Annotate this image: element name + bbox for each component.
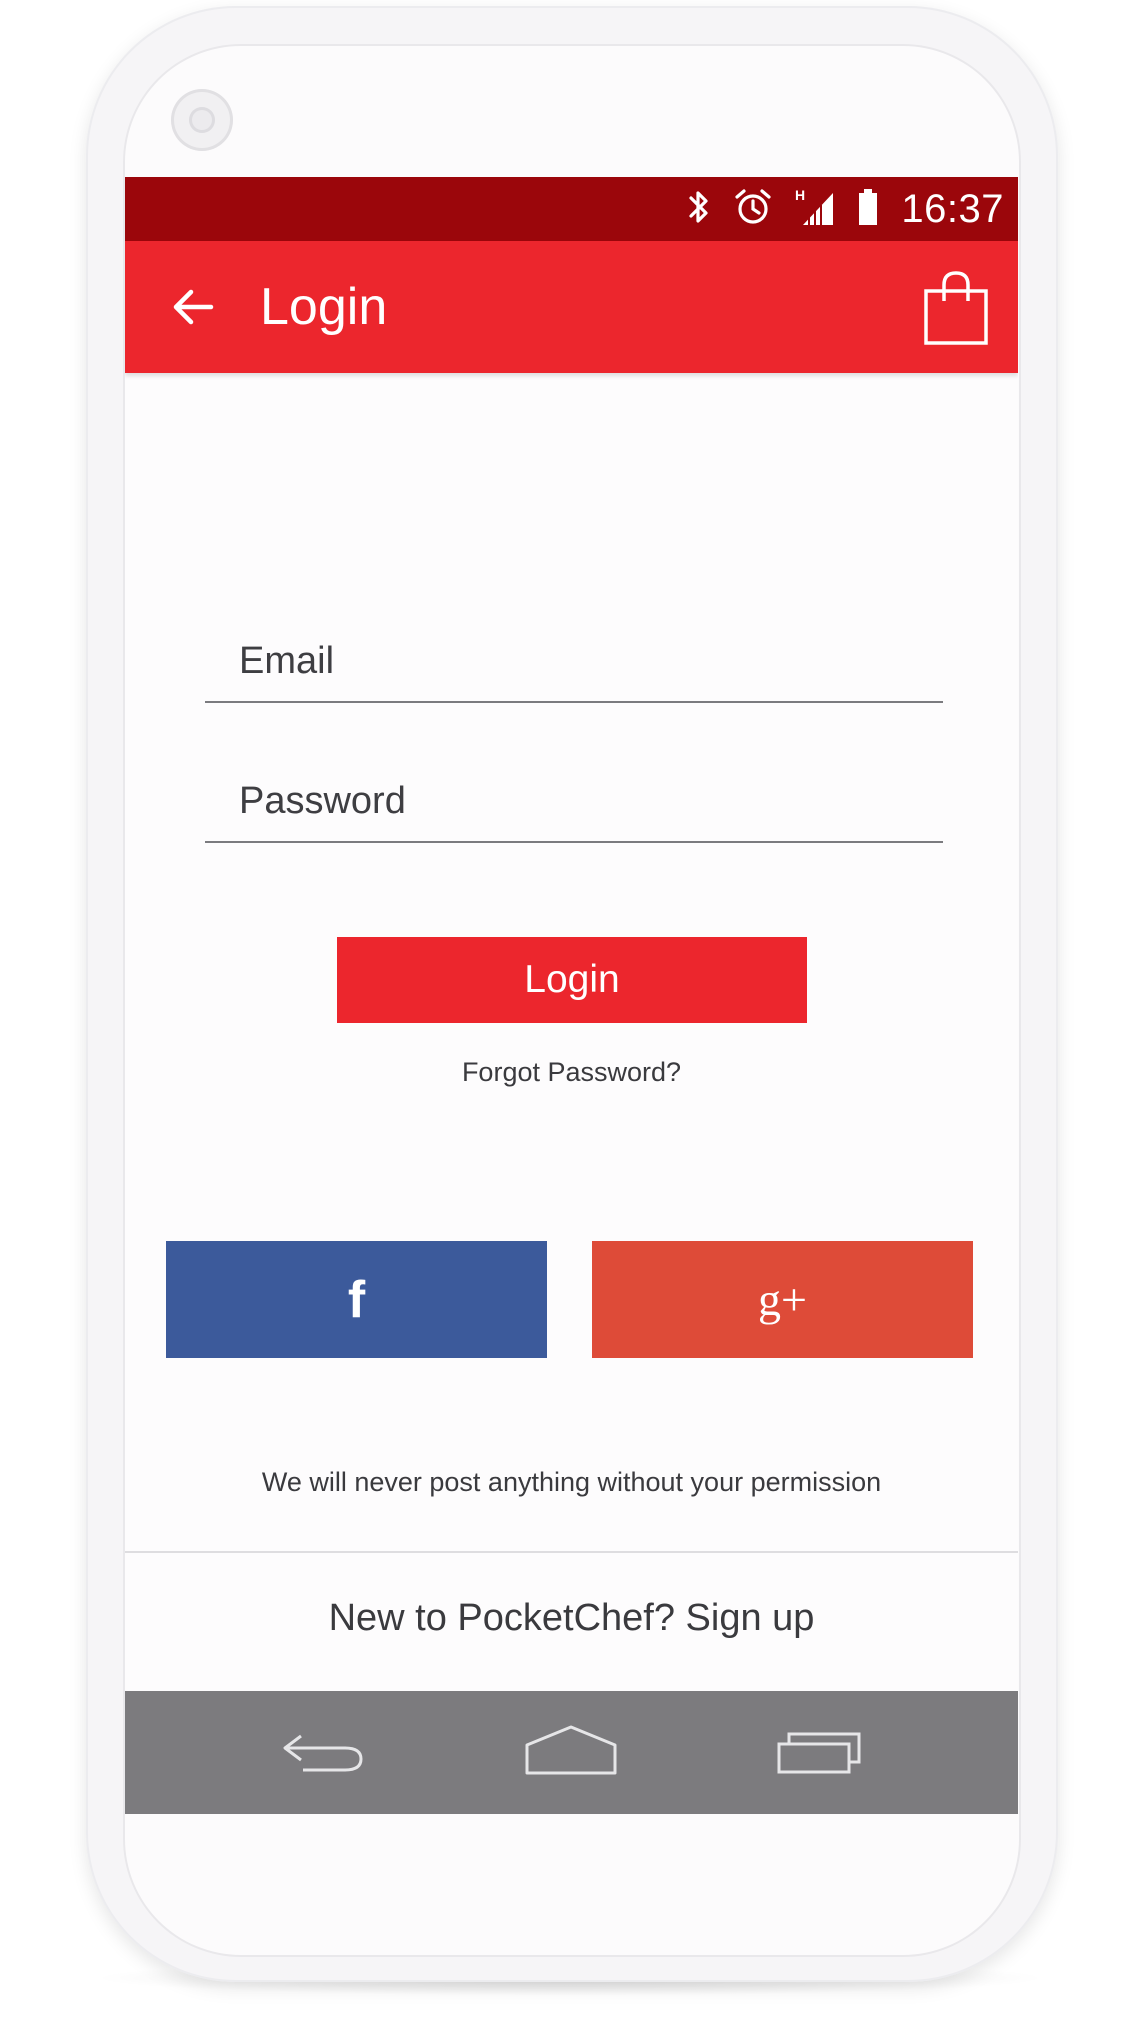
footer-divider [125, 1551, 1018, 1553]
google-plus-icon: g+ [758, 1273, 807, 1325]
email-field [205, 627, 943, 703]
alarm-icon [733, 187, 773, 231]
shopping-bag-icon [920, 271, 992, 353]
email-input[interactable] [239, 633, 929, 689]
back-nav-icon [279, 1726, 367, 1780]
status-time: 16:37 [901, 186, 1004, 231]
facebook-icon: f [347, 1270, 366, 1329]
facebook-login-button[interactable]: f [166, 1241, 547, 1358]
permission-note: We will never post anything without your… [261, 1467, 882, 1497]
signal-icon: H [795, 187, 835, 231]
nav-back-button[interactable] [273, 1721, 373, 1785]
front-camera [171, 89, 233, 151]
cart-button[interactable] [920, 269, 992, 349]
forgot-password-link[interactable]: Forgot Password? [125, 1057, 1018, 1088]
app-screen: H 16:37 Login Email Login Forgot Passwor… [125, 177, 1018, 1814]
system-nav-bar [125, 1691, 1018, 1814]
battery-icon [857, 187, 879, 231]
password-input[interactable] [239, 773, 929, 829]
network-type-label: H [795, 187, 805, 203]
login-button[interactable]: Login [337, 937, 807, 1023]
nav-recents-button[interactable] [769, 1721, 869, 1785]
status-icons: H 16:37 [687, 185, 1004, 233]
status-bar: H 16:37 [125, 177, 1018, 241]
google-plus-login-button[interactable]: g+ [592, 1241, 973, 1358]
page-title: Login [260, 278, 388, 336]
nav-home-button[interactable] [521, 1721, 621, 1785]
back-button[interactable] [165, 281, 221, 337]
signup-link[interactable]: New to PocketChef? Sign up [125, 1597, 1018, 1640]
recents-nav-icon [775, 1726, 863, 1780]
app-bar: Login [125, 241, 1018, 373]
arrow-left-icon [171, 287, 215, 331]
home-nav-icon [523, 1723, 619, 1783]
bluetooth-icon [687, 188, 711, 230]
password-field [205, 767, 943, 843]
